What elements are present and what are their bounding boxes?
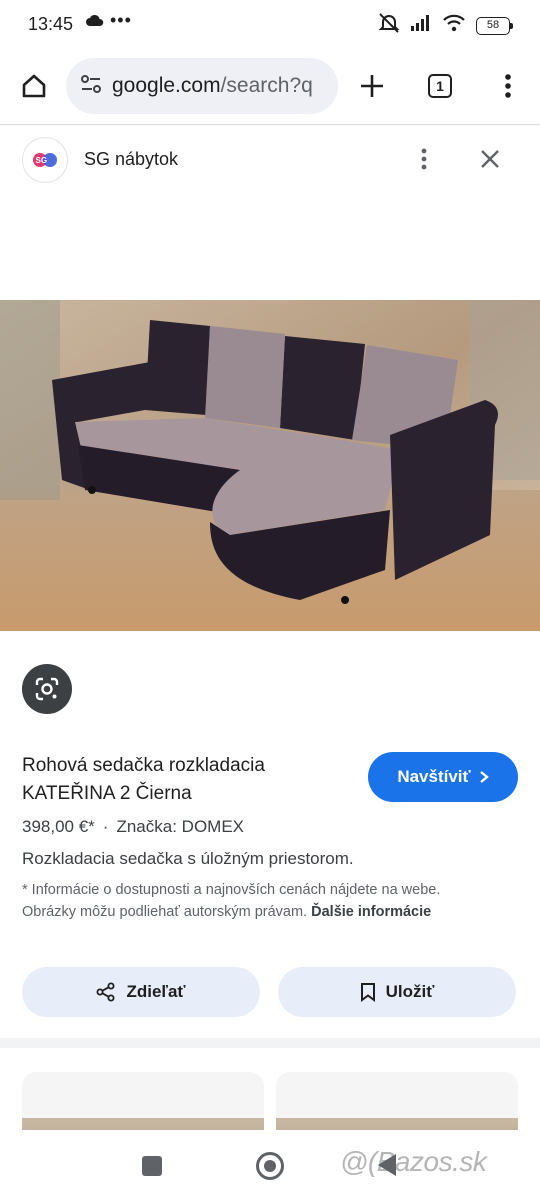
tune-icon[interactable] <box>80 74 102 99</box>
section-separator <box>0 1038 540 1048</box>
save-button-label: Uložiť <box>385 982 435 1001</box>
disclaimer: * Informácie o dostupnosti a najnovších … <box>22 879 462 923</box>
separator: · <box>102 817 109 836</box>
visit-button[interactable]: Navštíviť <box>368 752 518 802</box>
share-button[interactable]: Zdieľať <box>22 967 260 1017</box>
new-tab-button[interactable] <box>352 66 392 106</box>
google-lens-icon <box>35 677 59 701</box>
more-vert-icon <box>505 74 511 98</box>
battery-icon: 58 <box>476 16 513 35</box>
site-header: SG SG nábytok <box>0 125 540 197</box>
visit-button-label: Navštíviť <box>397 767 471 786</box>
product-price: 398,00 €* <box>22 817 95 836</box>
save-button[interactable]: Uložiť <box>278 967 516 1017</box>
status-time: 13:45 <box>28 14 74 34</box>
share-button-label: Zdieľať <box>126 982 186 1001</box>
status-bar: 13:45 ••• 58 <box>0 0 540 50</box>
back-button[interactable] <box>378 1154 396 1176</box>
signal-icon <box>410 14 432 37</box>
recents-button[interactable] <box>142 1156 162 1176</box>
tab-count: 1 <box>428 74 452 98</box>
product-brand: Značka: DOMEX <box>116 817 245 836</box>
google-lens-button[interactable] <box>22 664 72 714</box>
site-logo[interactable]: SG <box>22 137 68 183</box>
browser-menu-button[interactable] <box>488 66 528 106</box>
home-button[interactable] <box>14 66 54 106</box>
plus-icon <box>361 75 383 97</box>
product-title: Rohová sedačka rozkladacia KATEŘINA 2 Či… <box>22 755 265 804</box>
share-icon <box>96 982 115 1002</box>
address-bar[interactable]: google.com/search?q <box>66 58 338 114</box>
browser-toolbar: google.com/search?q 1 <box>0 50 540 124</box>
mute-icon <box>378 13 400 38</box>
product-image[interactable] <box>0 300 540 631</box>
product-description: Rozkladacia sedačka s úložným priestorom… <box>22 849 354 868</box>
more-vert-icon <box>421 148 427 170</box>
price-line: 398,00 €* · Značka: DOMEX <box>22 817 244 837</box>
home-icon <box>22 74 46 98</box>
more-info-link[interactable]: Ďalšie informácie <box>311 904 431 920</box>
notification-dots: ••• <box>110 10 132 30</box>
chevron-right-icon <box>479 771 489 783</box>
system-home-button[interactable] <box>256 1152 284 1180</box>
site-name[interactable]: SG nábytok <box>84 149 178 170</box>
close-icon <box>481 150 499 168</box>
site-logo-text: SG <box>36 156 48 165</box>
url-text[interactable]: google.com/search?q <box>112 74 313 98</box>
wifi-icon <box>442 14 466 37</box>
close-button[interactable] <box>474 143 506 175</box>
tab-switcher-button[interactable]: 1 <box>420 66 460 106</box>
status-icons: 58 <box>378 13 513 38</box>
system-navigation-bar: @(Bazos.sk <box>0 1130 540 1200</box>
bookmark-icon <box>360 983 375 1002</box>
url-path: /search?q <box>220 74 313 97</box>
watermark: @(Bazos.sk <box>340 1146 487 1177</box>
cloud-icon <box>86 14 104 33</box>
url-host: google.com <box>112 74 221 97</box>
site-more-button[interactable] <box>408 143 440 175</box>
